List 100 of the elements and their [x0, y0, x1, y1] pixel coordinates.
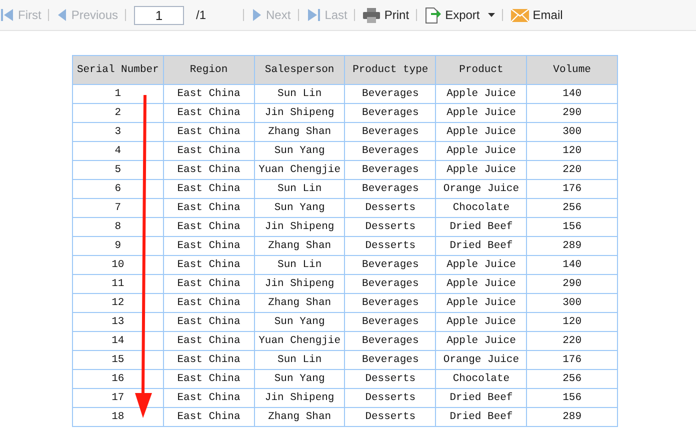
caret-icon — [488, 13, 495, 17]
table-cell: 140 — [526, 256, 618, 274]
table-cell: Desserts — [344, 370, 436, 388]
table-cell: Beverages — [344, 142, 436, 160]
column-header: Region — [163, 56, 254, 84]
table-cell: Apple Juice — [436, 84, 527, 104]
table-cell: 176 — [526, 180, 618, 198]
table-cell: 289 — [526, 408, 618, 426]
table-cell: East China — [163, 218, 254, 236]
table-cell: East China — [163, 350, 254, 370]
table-cell: Sun Lin — [254, 84, 345, 104]
table-cell: East China — [163, 256, 254, 274]
table-cell: Apple Juice — [436, 312, 527, 332]
table-cell: Desserts — [344, 198, 436, 218]
table-cell: Dried Beef — [436, 408, 527, 426]
table-cell: 220 — [526, 160, 618, 180]
table-cell: Yuan Chengjie — [254, 332, 345, 350]
table-cell: Apple Juice — [436, 160, 527, 180]
table-cell: Zhang Shan — [254, 408, 345, 426]
table-cell: Jin Shipeng — [254, 274, 345, 294]
table-cell: Beverages — [344, 274, 436, 294]
table-cell: Zhang Shan — [254, 294, 345, 312]
table-cell: Dried Beef — [436, 388, 527, 408]
last-icon — [306, 8, 321, 22]
table-cell: Beverages — [344, 104, 436, 122]
table-cell: Jin Shipeng — [254, 218, 345, 236]
table-cell: East China — [163, 370, 254, 388]
table-cell: Apple Juice — [436, 332, 527, 350]
table-cell: Apple Juice — [436, 122, 527, 142]
table-cell: East China — [163, 332, 254, 350]
table-cell: Sun Lin — [254, 350, 345, 370]
printer-icon — [363, 8, 380, 22]
table-cell: Sun Yang — [254, 198, 345, 218]
table-cell: Apple Juice — [436, 142, 527, 160]
table-cell: Desserts — [344, 236, 436, 256]
table-cell: Beverages — [344, 256, 436, 274]
table-cell: Apple Juice — [436, 256, 527, 274]
export-icon — [425, 6, 442, 24]
table-cell: Apple Juice — [436, 294, 527, 312]
table-cell: Beverages — [344, 294, 436, 312]
table-cell: Orange Juice — [436, 350, 527, 370]
table-cell: Zhang Shan — [254, 236, 345, 256]
table-cell: 156 — [526, 388, 618, 408]
table-cell: 156 — [526, 218, 618, 236]
table-cell: Beverages — [344, 122, 436, 142]
table-cell: 176 — [526, 350, 618, 370]
table-cell: Jin Shipeng — [254, 388, 345, 408]
page-number-field[interactable]: 1 — [134, 6, 184, 24]
envelope-icon — [510, 8, 529, 22]
table-cell: Sun Lin — [254, 180, 345, 198]
table-cell: Desserts — [344, 388, 436, 408]
table-cell: 256 — [526, 198, 618, 218]
table-cell: Beverages — [344, 180, 436, 198]
page-total: /1 — [196, 8, 208, 22]
right-triangle-icon — [252, 8, 262, 22]
table-cell: East China — [163, 180, 254, 198]
table-cell: 120 — [526, 312, 618, 332]
table-cell: East China — [163, 274, 254, 294]
column-header: Serial Number — [72, 56, 164, 84]
table-cell: 256 — [526, 370, 618, 388]
left-triangle-icon — [57, 8, 68, 22]
column-header: Volume — [526, 56, 618, 84]
table-cell: East China — [163, 408, 254, 426]
table-cell: Beverages — [344, 160, 436, 180]
table-cell: East China — [163, 142, 254, 160]
column-header: Product — [436, 56, 527, 84]
table-cell: East China — [163, 160, 254, 180]
table-cell: Beverages — [344, 84, 436, 104]
table-cell: Chocolate — [436, 370, 527, 388]
table-cell: East China — [163, 294, 254, 312]
table-cell: 220 — [526, 332, 618, 350]
table-cell: East China — [163, 236, 254, 256]
table-cell: Desserts — [344, 218, 436, 236]
table-cell: 120 — [526, 142, 618, 160]
first-icon — [0, 8, 14, 22]
export-menu-button[interactable]: Export — [425, 6, 495, 24]
table-cell: Beverages — [344, 332, 436, 350]
table-cell: 140 — [526, 84, 618, 104]
table-cell: 290 — [526, 104, 618, 122]
table-cell: East China — [163, 388, 254, 408]
toolbar-button[interactable]: Print — [363, 8, 410, 22]
toolbar-button[interactable]: Email — [510, 8, 563, 22]
table-cell: Beverages — [344, 350, 436, 370]
table-cell: Sun Yang — [254, 370, 345, 388]
table-cell: Sun Yang — [254, 142, 345, 160]
table-cell: Chocolate — [436, 198, 527, 218]
table-cell: Sun Yang — [254, 312, 345, 332]
table-cell: 289 — [526, 236, 618, 256]
table-cell: Apple Juice — [436, 274, 527, 294]
table-cell: Dried Beef — [436, 218, 527, 236]
table-cell: 300 — [526, 294, 618, 312]
table-cell: East China — [163, 312, 254, 332]
table-cell: East China — [163, 104, 254, 122]
table-cell: Dried Beef — [436, 236, 527, 256]
table-cell: Sun Lin — [254, 256, 345, 274]
column-header: Product type — [344, 56, 436, 84]
table-cell: Yuan Chengjie — [254, 160, 345, 180]
table-cell: Apple Juice — [436, 104, 527, 122]
table-cell: East China — [163, 122, 254, 142]
table-cell: East China — [163, 84, 254, 104]
